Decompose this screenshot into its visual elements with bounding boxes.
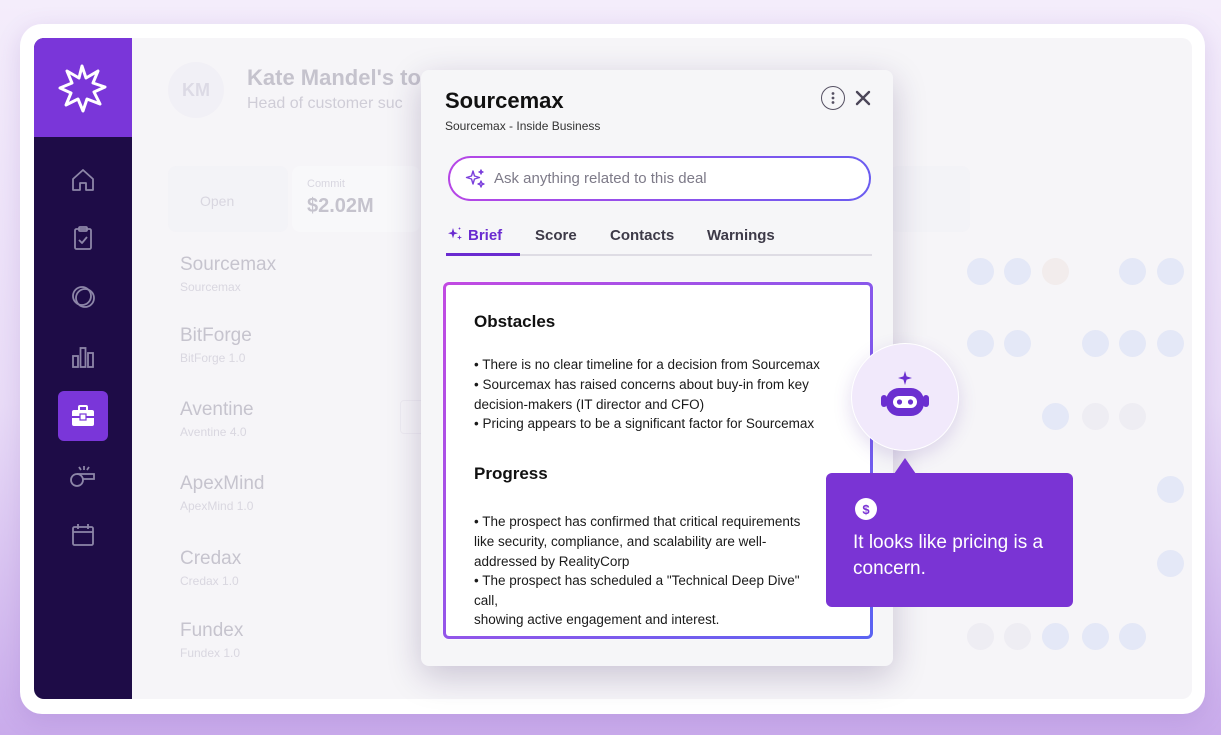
contact-dot [1157,476,1184,503]
sidebar [34,38,132,699]
open-label: Open [200,193,235,209]
obstacles-line: • Pricing appears to be a significant fa… [474,416,815,431]
clipboard-icon [74,226,92,250]
obstacles-heading: Obstacles [474,312,556,331]
active-tab-indicator [446,253,520,256]
ask-field-border [448,156,871,201]
ask-input[interactable] [494,170,854,187]
obstacles-line: • There is no clear timeline for a decis… [474,357,820,372]
sidebar-item-deals[interactable] [58,391,108,441]
sidebar-item-conversations[interactable] [58,272,108,322]
calendar-icon [72,524,94,546]
deal-row-name[interactable]: ApexMind [180,473,265,495]
deal-row-sub: Credax 1.0 [180,574,239,588]
contact-dot [1004,623,1031,650]
sidebar-item-coaching[interactable] [58,451,108,501]
sparkle-icon [465,168,485,188]
deal-row-name[interactable]: BitForge [180,325,252,347]
obstacles-line: • Sourcemax has raised concerns about bu… [474,377,809,392]
deal-row-sub: Aventine 4.0 [180,425,247,439]
summary-card[interactable] [890,166,970,232]
tab-warnings[interactable]: Warnings [707,222,775,248]
contact-dot [1082,623,1109,650]
contact-dot [1157,550,1184,577]
progress-line: like security, compliance, and scalabili… [474,534,767,549]
contact-dot [967,330,994,357]
page-subtitle: Head of customer suc [247,95,403,112]
tab-contacts[interactable]: Contacts [610,222,674,248]
deal-row-sub: ApexMind 1.0 [180,499,254,513]
contact-dot [1042,623,1069,650]
contact-dot [1119,258,1146,285]
deal-row-sub: BitForge 1.0 [180,351,246,365]
commit-label: Commit [307,178,345,190]
contact-dot [1042,258,1069,285]
contact-dot [1157,258,1184,285]
contact-dot [967,623,994,650]
robot-icon [881,371,929,416]
modal-subtitle: Sourcemax - Inside Business [445,119,601,133]
tab-brief[interactable]: Brief [446,222,502,248]
briefcase-icon [72,405,94,426]
contact-dot [1119,623,1146,650]
ai-insight-callout: $ It looks like pricing is a concern. [826,473,1073,607]
contact-dot [1082,330,1109,357]
brief-panel: Obstacles • There is no clear timeline f… [443,282,873,639]
chat-icon [72,286,95,308]
sidebar-item-home[interactable] [58,155,108,205]
dollar-coin-icon: $ [855,498,877,520]
progress-line: call, [474,593,499,608]
callout-tail [894,458,916,474]
sparkle-icon [448,227,462,240]
tab-score[interactable]: Score [535,222,577,248]
deal-brief-modal: Sourcemax Sourcemax - Inside Business As… [421,70,893,666]
home-icon [72,169,94,191]
ai-assistant-avatar[interactable] [851,343,959,451]
progress-line: showing active engagement and interest. [474,612,720,627]
deal-row-sub: Sourcemax [180,280,241,294]
more-vertical-icon [831,92,835,104]
page-title: Kate Mandel's to [247,65,421,90]
more-options-button[interactable] [821,86,845,110]
contact-dot [1119,330,1146,357]
tab-label: Brief [468,226,503,244]
contact-dot [1157,330,1184,357]
avatar: KM [168,62,224,118]
deal-row-name[interactable]: Credax [180,548,241,570]
obstacles-line: decision-makers (IT director and CFO) [474,397,705,412]
contact-dot [967,258,994,285]
tab-label: Contacts [610,226,675,244]
callout-text: It looks like pricing is a concern. [853,532,1044,579]
contact-dot [1042,403,1069,430]
contact-dot [1004,330,1031,357]
progress-line: • The prospect has confirmed that critic… [474,514,801,529]
contact-dot [1004,258,1031,285]
modal-title: Sourcemax [445,88,564,113]
close-button[interactable] [852,87,874,109]
tab-bar: Brief Score Contacts Warnings [446,220,872,256]
deal-row-name[interactable]: Aventine [180,399,254,421]
logo[interactable] [34,38,132,137]
deal-row-name[interactable]: Fundex [180,620,243,642]
logo-icon [58,64,107,112]
whistle-icon [70,466,95,487]
sidebar-item-calendar[interactable] [58,510,108,560]
sidebar-item-analytics[interactable] [58,331,108,381]
progress-heading: Progress [474,464,548,483]
bar-chart-icon [72,347,94,368]
contact-dot [1082,403,1109,430]
deal-row-sub: Fundex 1.0 [180,646,241,660]
progress-line: addressed by RealityCorp [474,554,630,569]
deal-row-name[interactable]: Sourcemax [180,254,276,276]
close-icon [855,90,871,106]
tab-label: Score [535,226,577,244]
contact-dot [1119,403,1146,430]
sidebar-item-tasks[interactable] [58,213,108,263]
ask-field[interactable] [450,158,869,199]
commit-value: $2.02M [307,195,374,217]
progress-line: • The prospect has scheduled a "Technica… [474,573,800,588]
tab-label: Warnings [707,226,775,244]
